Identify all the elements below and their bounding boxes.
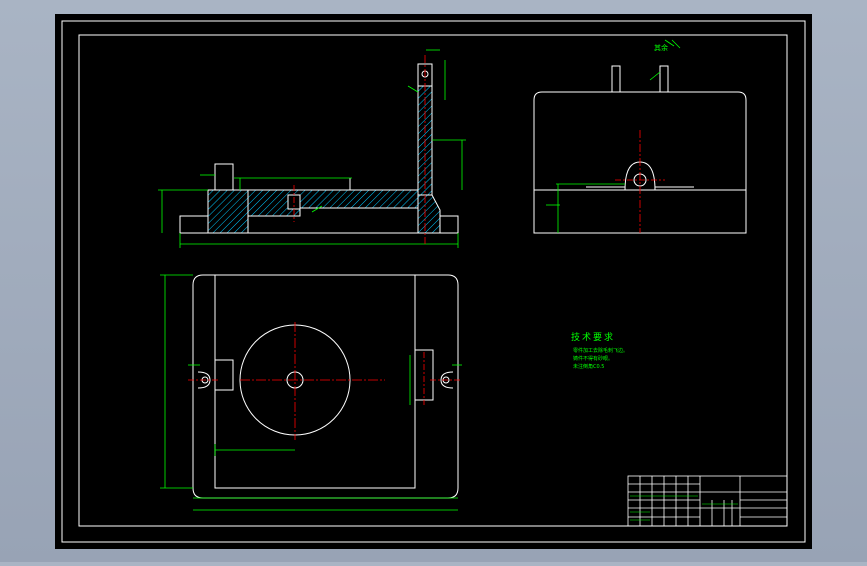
drawing-canvas: 其余 技术要求 零件加工去除毛刺飞边。 铸件不得有砂眼。 未注倒角C0.5 — [55, 14, 812, 549]
tech-req-title: 技术要求 — [571, 331, 615, 343]
tech-req-line-3: 未注倒角C0.5 — [573, 363, 604, 370]
cad-viewport: 其余 技术要求 零件加工去除毛刺飞边。 铸件不得有砂眼。 未注倒角C0.5 — [0, 0, 867, 562]
tech-req-line-1: 零件加工去除毛刺飞边。 — [573, 347, 628, 354]
roughness-label: 其余 — [654, 43, 668, 52]
drawing-sheet — [55, 14, 812, 549]
tech-req-line-2: 铸件不得有砂眼。 — [573, 355, 613, 362]
